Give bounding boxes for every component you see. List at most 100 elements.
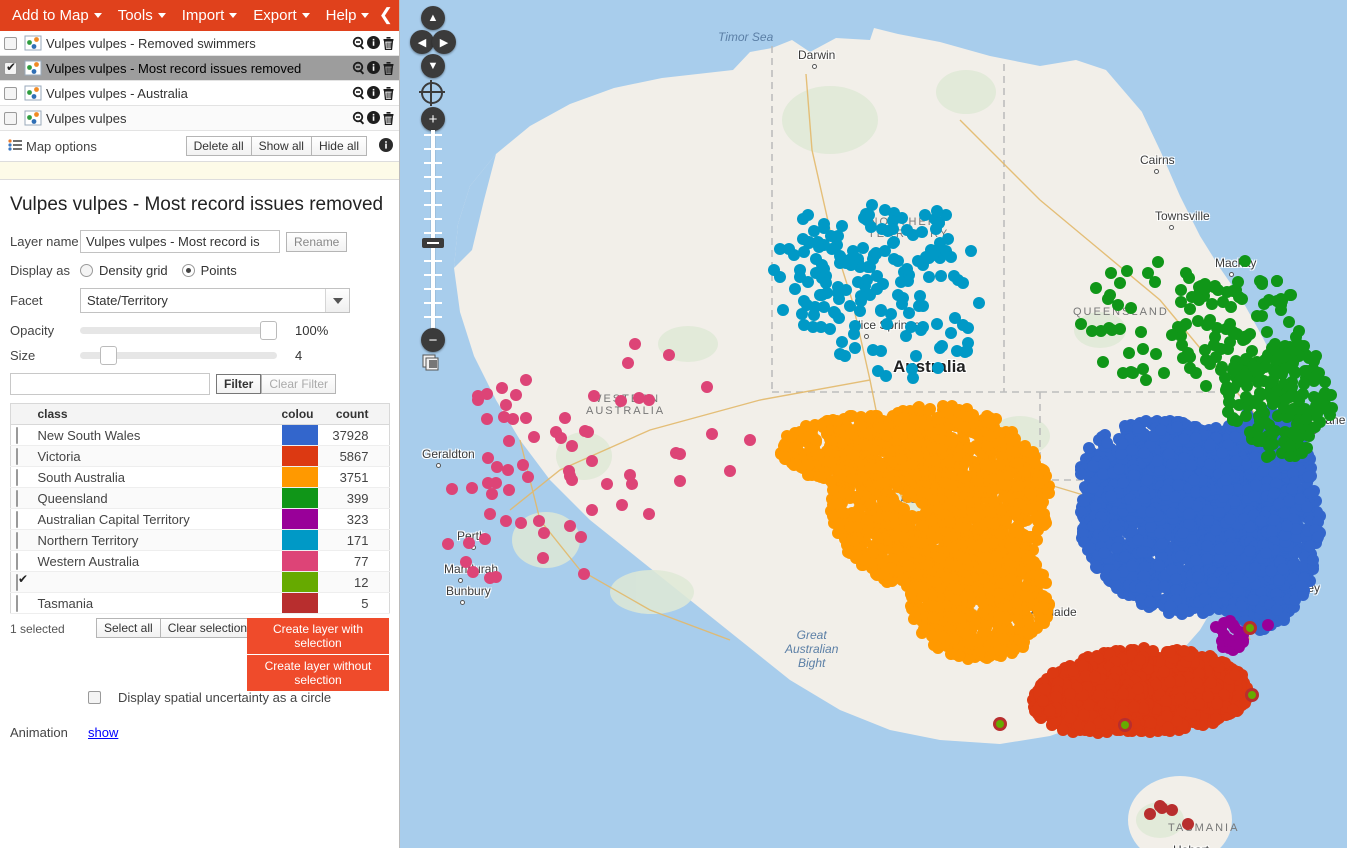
table-row[interactable]: Queensland399 [11, 488, 390, 509]
opacity-slider-handle[interactable] [260, 321, 277, 340]
occurrence-point [1190, 432, 1202, 444]
select-all-button[interactable]: Select all [96, 618, 160, 638]
table-row[interactable]: Western Australia77 [11, 551, 390, 572]
uncertainty-checkbox[interactable] [88, 691, 101, 704]
header-count[interactable]: count [318, 404, 374, 425]
hide-all-button[interactable]: Hide all [311, 136, 367, 156]
table-row[interactable]: South Australia3751 [11, 467, 390, 488]
layer-row[interactable]: Vulpes vulpes - Most record issues remov… [0, 56, 399, 81]
radio-density-grid[interactable] [80, 264, 93, 277]
size-slider[interactable] [80, 352, 277, 359]
occurrence-point [1117, 688, 1129, 700]
row-colour-cell [282, 593, 318, 614]
occurrence-point [1182, 496, 1194, 508]
row-end [374, 446, 390, 467]
info-icon[interactable] [379, 138, 393, 155]
rename-button[interactable]: Rename [286, 232, 347, 252]
layer-info-icon[interactable] [367, 36, 380, 50]
row-end [374, 467, 390, 488]
layer-visibility-checkbox[interactable] [4, 112, 17, 125]
occurrence-point [1039, 683, 1051, 695]
row-checkbox[interactable] [16, 511, 18, 528]
occurrence-point [1191, 677, 1203, 689]
table-row[interactable]: Australian Capital Territory323 [11, 509, 390, 530]
radio-density-grid-label: Density grid [99, 263, 168, 278]
header-checkbox [11, 404, 33, 425]
row-count: 12 [318, 572, 374, 593]
occurrence-point [1231, 569, 1243, 581]
table-row[interactable]: New South Wales37928 [11, 425, 390, 446]
layer-name-input[interactable] [80, 230, 280, 253]
table-row[interactable]: Tasmania5 [11, 593, 390, 614]
selected-count: 1 selected [10, 618, 96, 636]
occurrence-point [1136, 546, 1148, 558]
facet-selected-value: State/Territory [87, 293, 168, 308]
occurrence-point [1174, 693, 1186, 705]
table-row[interactable]: 12 [11, 572, 390, 593]
delete-all-button[interactable]: Delete all [186, 136, 251, 156]
layer-info-icon[interactable] [367, 86, 380, 100]
clear-filter-button[interactable]: Clear Filter [261, 374, 336, 394]
layer-visibility-checkbox[interactable] [4, 37, 17, 50]
layer-row[interactable]: Vulpes vulpes - Removed swimmers [0, 31, 399, 56]
row-class: New South Wales [33, 425, 282, 446]
zoom-to-layer-icon[interactable] [352, 86, 365, 100]
size-slider-handle[interactable] [100, 346, 117, 365]
radio-points[interactable] [182, 264, 195, 277]
layer-type-icon [24, 110, 42, 126]
filter-input[interactable] [10, 373, 210, 395]
menu-help[interactable]: Help [318, 4, 378, 27]
row-checkbox[interactable] [16, 574, 18, 591]
clear-selection-button[interactable]: Clear selection [160, 618, 255, 638]
map-options-buttons: Delete all Show all Hide all [186, 136, 367, 156]
delete-layer-icon[interactable] [382, 111, 395, 125]
delete-layer-icon[interactable] [382, 86, 395, 100]
occurrence-point [1204, 458, 1216, 470]
header-class[interactable]: class [33, 404, 282, 425]
layer-info-icon[interactable] [367, 61, 380, 75]
header-colour[interactable]: colou [282, 404, 318, 425]
layer-visibility-checkbox[interactable] [4, 87, 17, 100]
create-layer-with-selection-button[interactable]: Create layer with selection [247, 618, 389, 654]
map-label-city: Bunbury [446, 584, 491, 598]
row-checkbox[interactable] [16, 490, 18, 507]
delete-layer-icon[interactable] [382, 36, 395, 50]
zoom-to-layer-icon[interactable] [352, 111, 365, 125]
layer-row[interactable]: Vulpes vulpes - Australia [0, 81, 399, 106]
page-title: Vulpes vulpes - Most record issues remov… [10, 194, 389, 216]
row-checkbox[interactable] [16, 553, 18, 570]
zoom-to-layer-icon[interactable] [352, 61, 365, 75]
opacity-slider[interactable] [80, 327, 277, 334]
show-all-button[interactable]: Show all [251, 136, 311, 156]
class-table: class colou count New South Wales37928Vi… [10, 403, 390, 614]
animation-show-link[interactable]: show [88, 725, 118, 740]
table-row[interactable]: Victoria5867 [11, 446, 390, 467]
facet-select[interactable]: State/Territory [80, 288, 350, 313]
row-count: 171 [318, 530, 374, 551]
menu-tools[interactable]: Tools [110, 4, 174, 27]
collapse-panel-icon[interactable]: ❮ [379, 4, 393, 26]
delete-layer-icon[interactable] [382, 61, 395, 75]
filter-button[interactable]: Filter [216, 374, 261, 394]
occurrence-point [1090, 561, 1102, 573]
menu-import[interactable]: Import [174, 4, 246, 27]
row-checkbox[interactable] [16, 448, 18, 465]
layer-info-icon[interactable] [367, 111, 380, 125]
create-layer-without-selection-button[interactable]: Create layer without selection [247, 655, 389, 691]
layer-row[interactable]: Vulpes vulpes [0, 106, 399, 131]
row-checkbox[interactable] [16, 595, 18, 612]
menu-export[interactable]: Export [245, 4, 317, 27]
list-icon [8, 139, 22, 154]
map-label-state: TASMANIA [1168, 822, 1239, 834]
row-checkbox[interactable] [16, 427, 18, 444]
zoom-to-layer-icon[interactable] [352, 36, 365, 50]
row-checkbox[interactable] [16, 532, 18, 549]
layer-visibility-checkbox[interactable] [4, 62, 17, 75]
display-as-label: Display as [10, 263, 80, 278]
menu-add-to-map[interactable]: Add to Map [4, 4, 110, 27]
table-row[interactable]: Northern Territory171 [11, 530, 390, 551]
row-checkbox[interactable] [16, 469, 18, 486]
map-canvas[interactable]: Timor SeaGreat Australian BightNORTHERN … [400, 0, 1347, 848]
opacity-label: Opacity [10, 323, 80, 338]
occurrence-point [1126, 560, 1138, 572]
